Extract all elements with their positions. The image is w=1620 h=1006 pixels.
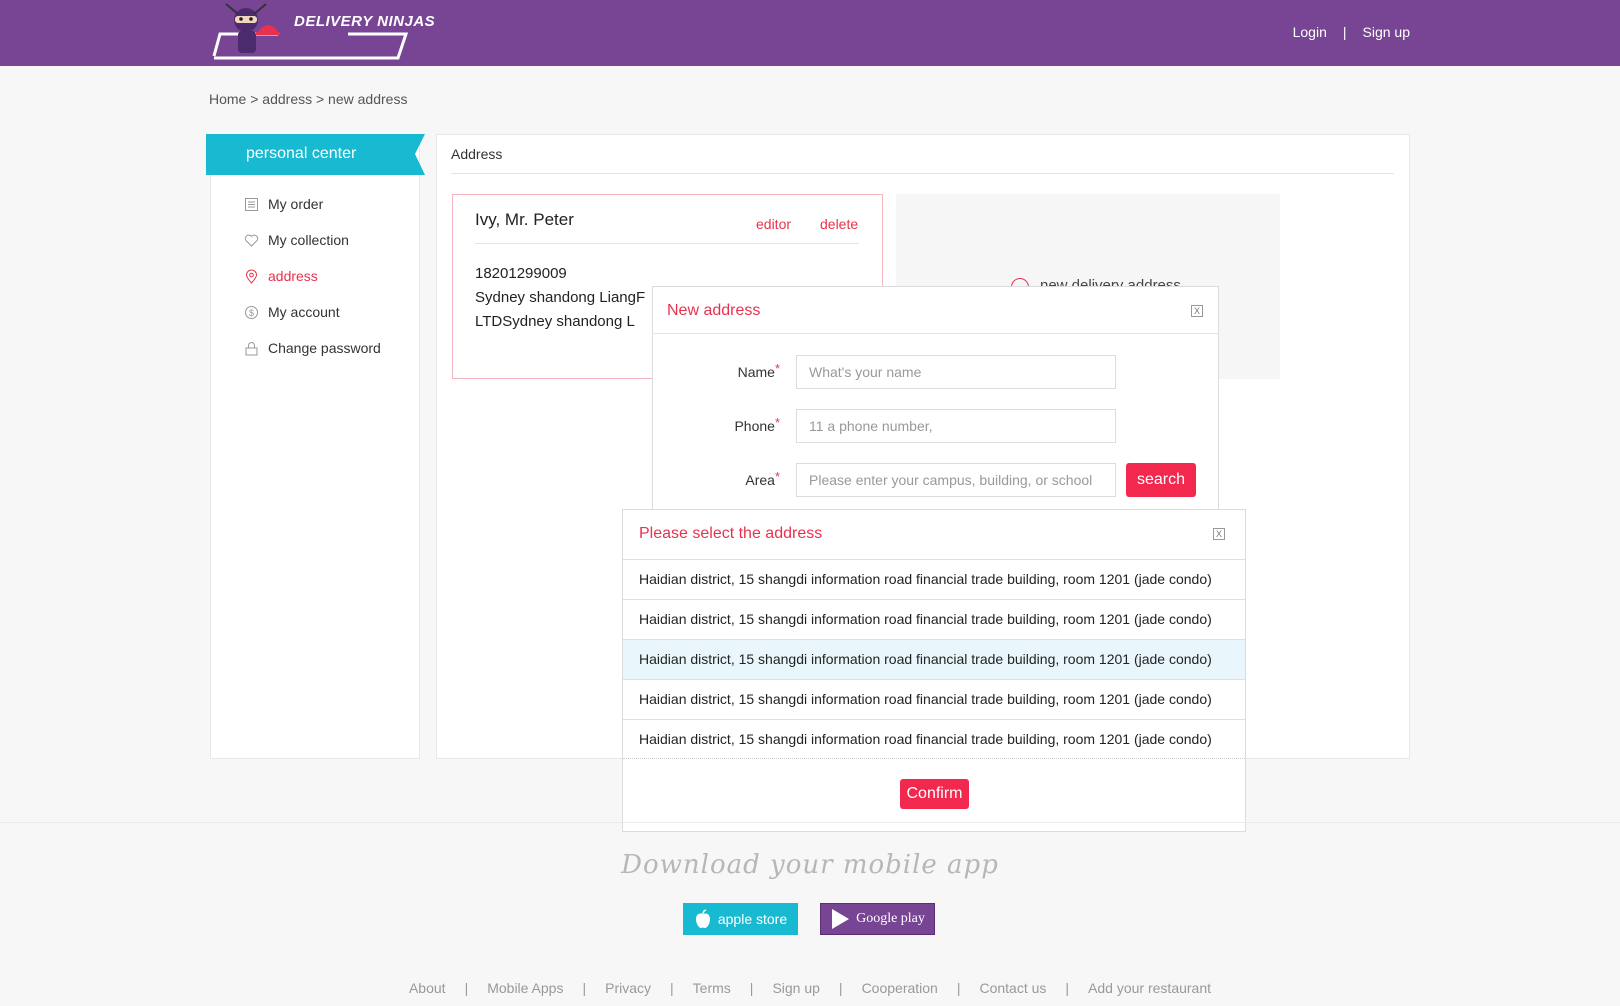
address-option-highlighted[interactable]: Haidian district, 15 shangdi information…: [623, 639, 1245, 679]
footer-link-mobile-apps[interactable]: Mobile Apps: [487, 980, 563, 996]
close-icon[interactable]: X: [1191, 305, 1203, 317]
dollar-coin-icon: $: [245, 305, 258, 319]
play-triangle-icon: [832, 909, 850, 929]
auth-nav: Login | Sign up: [1293, 24, 1410, 40]
phone-label: Phone*: [720, 415, 780, 434]
area-label: Area*: [720, 469, 780, 488]
address-phone: 18201299009: [475, 265, 567, 282]
sidebar-item-label: My account: [268, 304, 340, 320]
list-icon: [245, 197, 258, 211]
footer-separator: |: [582, 980, 587, 996]
delivery-ninjas-logo[interactable]: [208, 2, 418, 62]
apple-store-label: apple store: [717, 911, 788, 927]
footer-link-privacy[interactable]: Privacy: [605, 980, 651, 996]
footer-separator: |: [670, 980, 674, 996]
address-option[interactable]: Haidian district, 15 shangdi information…: [623, 559, 1245, 599]
address-line-1: Sydney shandong LiangF: [475, 289, 646, 306]
location-pin-icon: [245, 269, 258, 284]
apple-store-button[interactable]: apple store: [683, 903, 798, 935]
sidebar-item-my-order[interactable]: My order: [244, 196, 323, 212]
required-mark: *: [774, 469, 780, 484]
sidebar-item-label: Change password: [268, 340, 381, 356]
footer-separator: |: [464, 980, 469, 996]
sidebar-item-label: address: [268, 268, 318, 284]
sidebar-item-address[interactable]: address: [244, 268, 318, 284]
footer-link-contact-us[interactable]: Contact us: [979, 980, 1046, 996]
sidebar-item-my-account[interactable]: $ My account: [244, 304, 340, 320]
address-option[interactable]: Haidian district, 15 shangdi information…: [623, 719, 1245, 759]
address-line-2: LTDSydney shandong L: [475, 313, 635, 330]
search-button[interactable]: search: [1126, 463, 1196, 497]
breadcrumb: Home > address > new address: [209, 91, 408, 107]
address-option[interactable]: Haidian district, 15 shangdi information…: [623, 599, 1245, 639]
area-input[interactable]: [796, 463, 1116, 497]
sidebar: [210, 134, 420, 759]
sidebar-item-label: My collection: [268, 232, 349, 248]
phone-input[interactable]: [796, 409, 1116, 443]
area-label-text: Area: [745, 472, 775, 488]
footer-link-sign-up[interactable]: Sign up: [772, 980, 819, 996]
lock-icon: [245, 341, 258, 355]
edit-address-link[interactable]: editor: [756, 216, 791, 232]
address-card-divider: [475, 243, 859, 244]
signup-link[interactable]: Sign up: [1363, 24, 1410, 40]
new-address-dialog-title: New address: [667, 302, 761, 319]
login-link[interactable]: Login: [1293, 24, 1327, 40]
name-input[interactable]: [796, 355, 1116, 389]
footer-link-terms[interactable]: Terms: [693, 980, 731, 996]
select-address-dialog-title: Please select the address: [639, 525, 823, 542]
footer-separator: |: [838, 980, 843, 996]
sidebar-item-my-collection[interactable]: My collection: [244, 232, 349, 248]
name-label-text: Name: [737, 364, 775, 380]
address-recipient-name: Ivy, Mr. Peter: [475, 210, 574, 229]
footer-link-cooperation[interactable]: Cooperation: [862, 980, 938, 996]
footer-divider: [0, 822, 1620, 823]
footer-separator: |: [1065, 980, 1070, 996]
dialog-divider: [652, 333, 1219, 334]
download-app-heading: Download your mobile app: [621, 850, 999, 880]
address-option[interactable]: Haidian district, 15 shangdi information…: [623, 679, 1245, 719]
apple-icon: [695, 909, 710, 928]
svg-text:$: $: [249, 308, 254, 318]
delete-address-link[interactable]: delete: [820, 216, 858, 232]
title-divider: [451, 173, 1394, 174]
required-mark: *: [774, 415, 780, 430]
google-play-label: Google play: [856, 911, 925, 926]
sidebar-item-label: My order: [268, 196, 324, 212]
close-icon[interactable]: X: [1213, 528, 1225, 540]
name-label: Name*: [720, 361, 780, 380]
nav-separator: |: [1342, 24, 1347, 40]
footer-link-add-restaurant[interactable]: Add your restaurant: [1088, 980, 1211, 996]
footer-links: About | Mobile Apps | Privacy | Terms | …: [0, 980, 1620, 996]
required-mark: *: [774, 361, 780, 376]
footer-separator: |: [956, 980, 961, 996]
sidebar-item-change-password[interactable]: Change password: [244, 340, 381, 356]
brand-name: DELIVERY NINJAS: [294, 13, 436, 30]
confirm-button[interactable]: Confirm: [900, 779, 969, 809]
footer-link-about[interactable]: About: [409, 980, 446, 996]
heart-icon: [244, 234, 259, 247]
phone-label-text: Phone: [734, 418, 775, 434]
footer-separator: |: [749, 980, 754, 996]
sidebar-title: personal center: [246, 145, 357, 162]
page-title: Address: [451, 146, 503, 162]
google-play-button[interactable]: Google play: [820, 903, 935, 935]
